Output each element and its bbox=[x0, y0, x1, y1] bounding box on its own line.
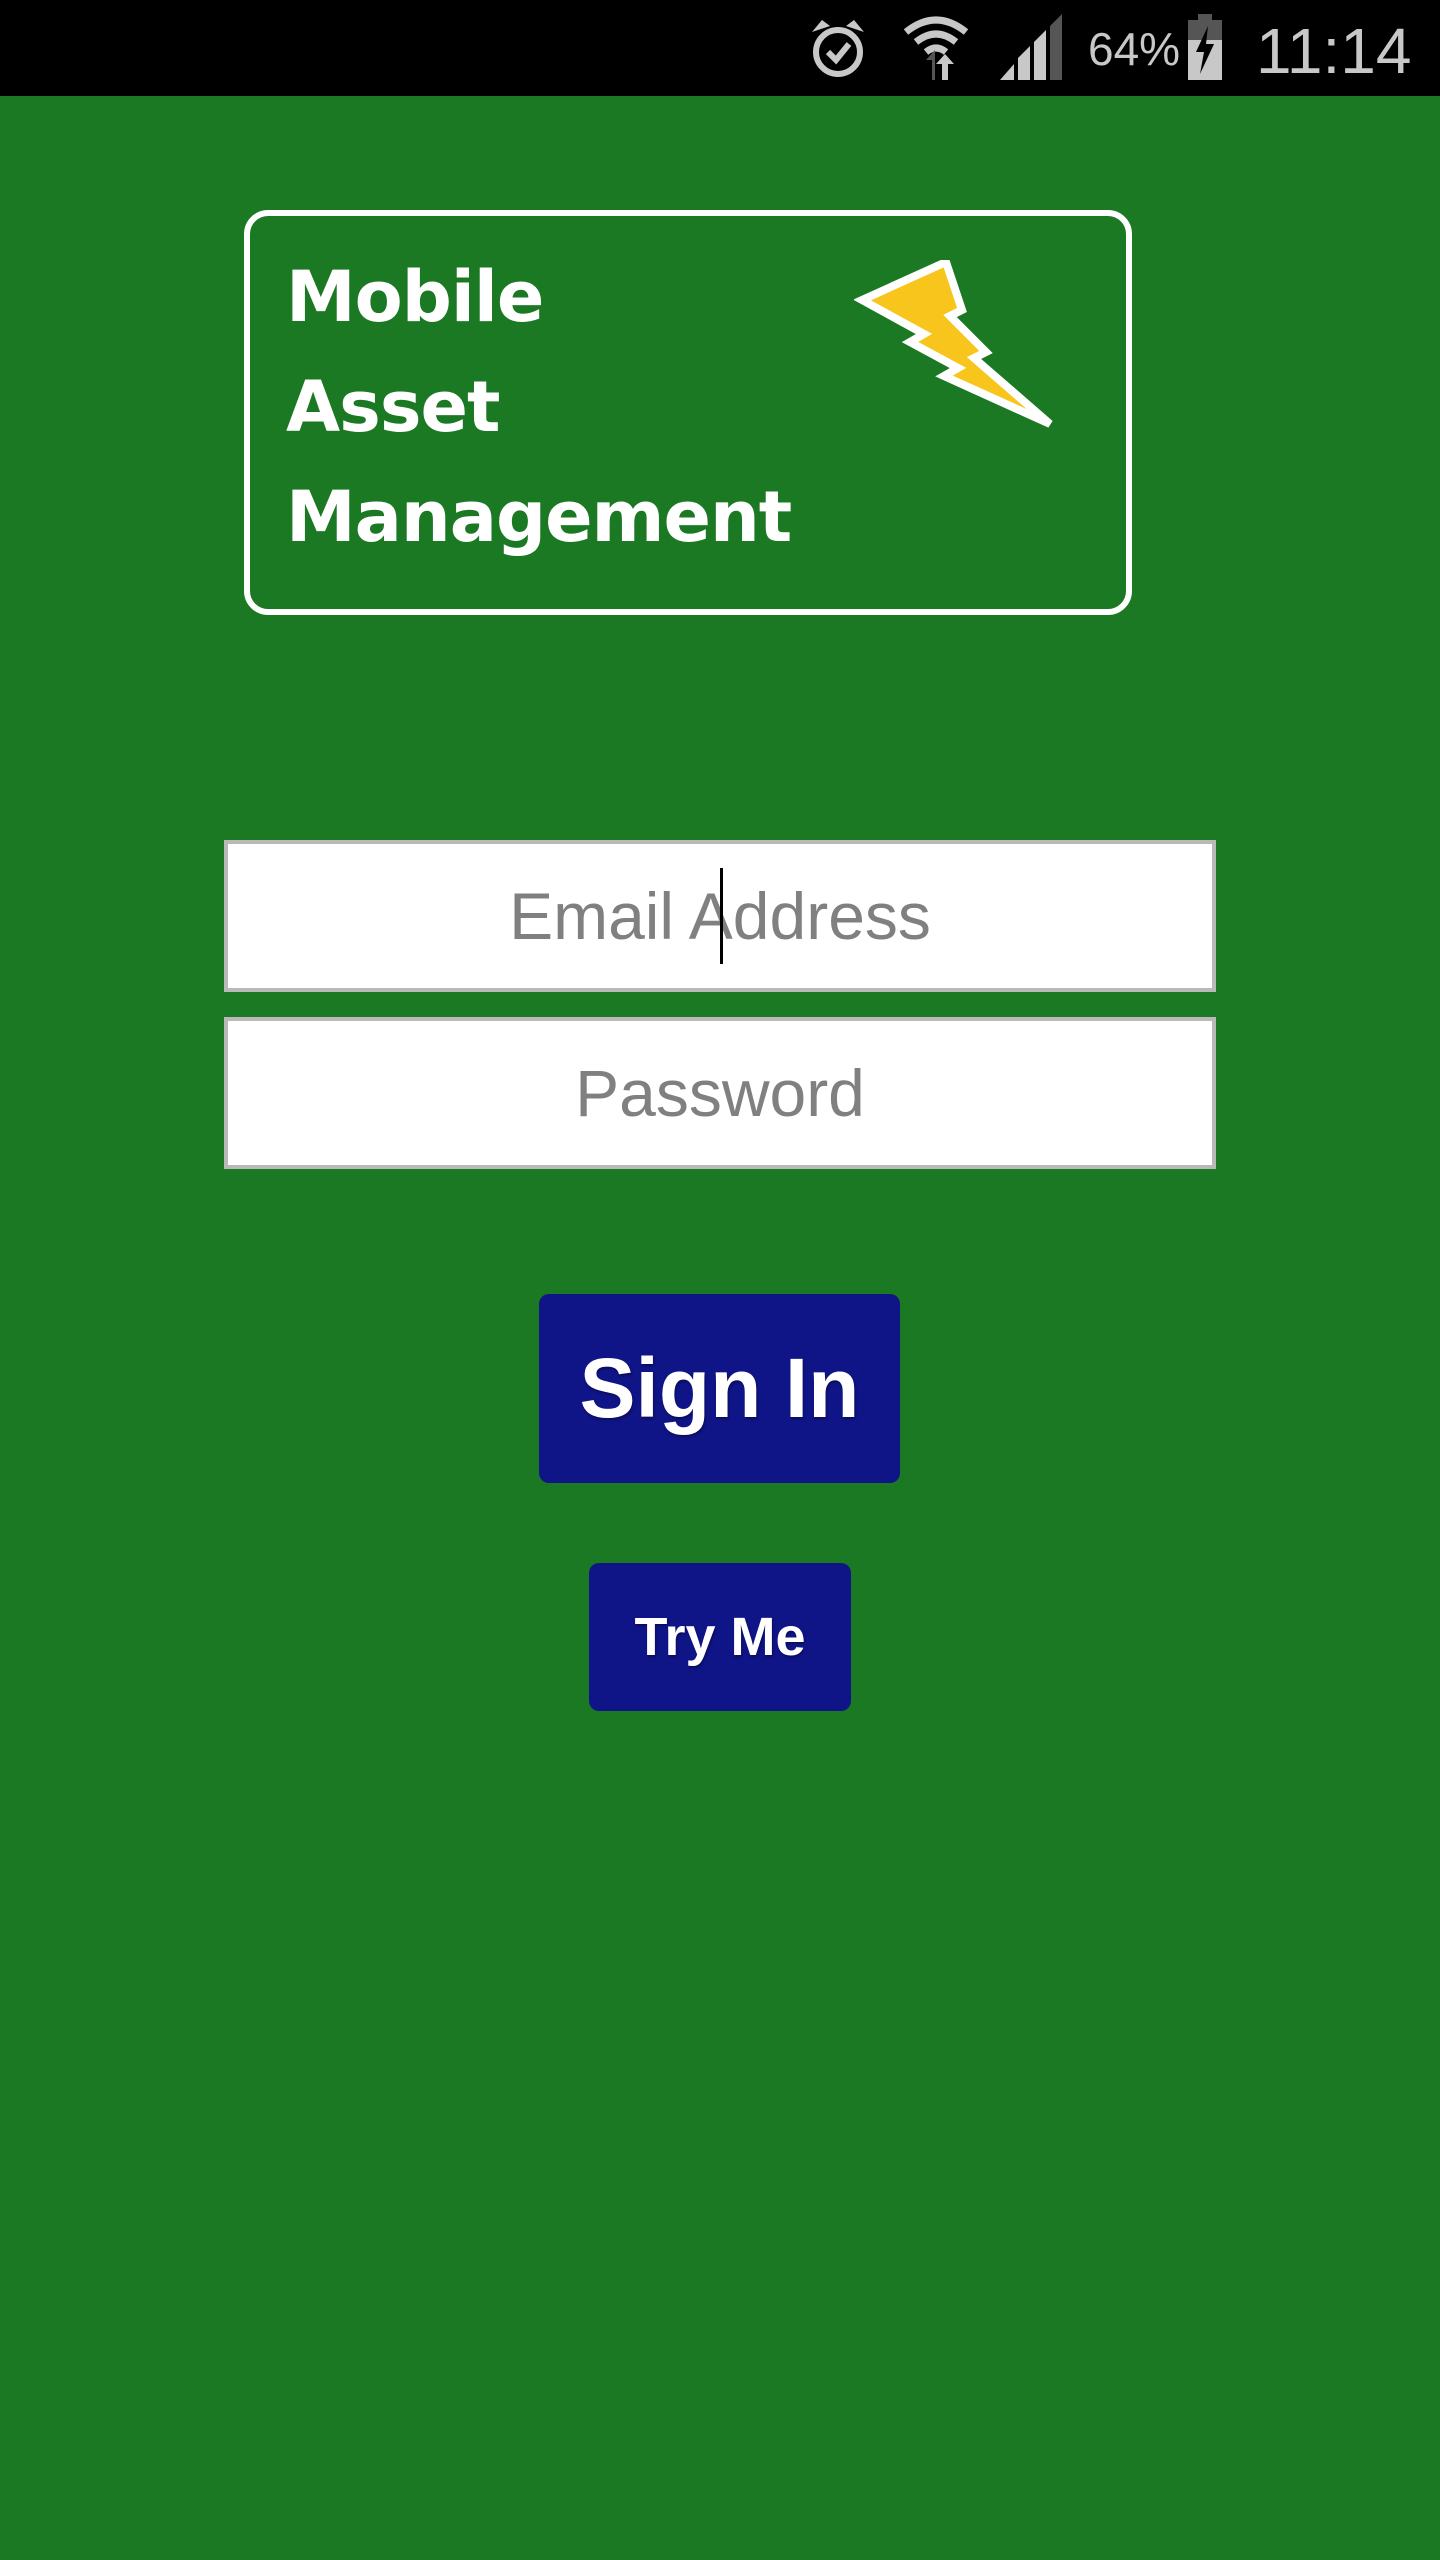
wifi-icon bbox=[904, 16, 968, 80]
alarm-icon bbox=[812, 20, 864, 77]
try-me-button[interactable]: Try Me bbox=[589, 1563, 851, 1711]
text-cursor bbox=[720, 868, 723, 964]
clock: 11:14 bbox=[1256, 15, 1412, 87]
logo-text-line: Management bbox=[286, 476, 792, 558]
sign-in-button[interactable]: Sign In bbox=[539, 1294, 900, 1483]
logo-text-line: Mobile bbox=[286, 256, 544, 338]
password-field[interactable] bbox=[224, 1017, 1216, 1169]
battery-charging-icon bbox=[1188, 14, 1222, 80]
signal-icon bbox=[1000, 14, 1062, 80]
lightning-bolt-icon bbox=[854, 260, 1053, 428]
app-logo: Mobile Asset Management bbox=[244, 210, 1132, 615]
logo-text-line: Asset bbox=[286, 366, 500, 448]
password-input[interactable] bbox=[228, 1020, 1212, 1166]
battery-percent: 64% bbox=[1088, 23, 1181, 75]
status-bar: 64% 11:14 bbox=[0, 0, 1440, 96]
email-field[interactable] bbox=[224, 840, 1216, 992]
